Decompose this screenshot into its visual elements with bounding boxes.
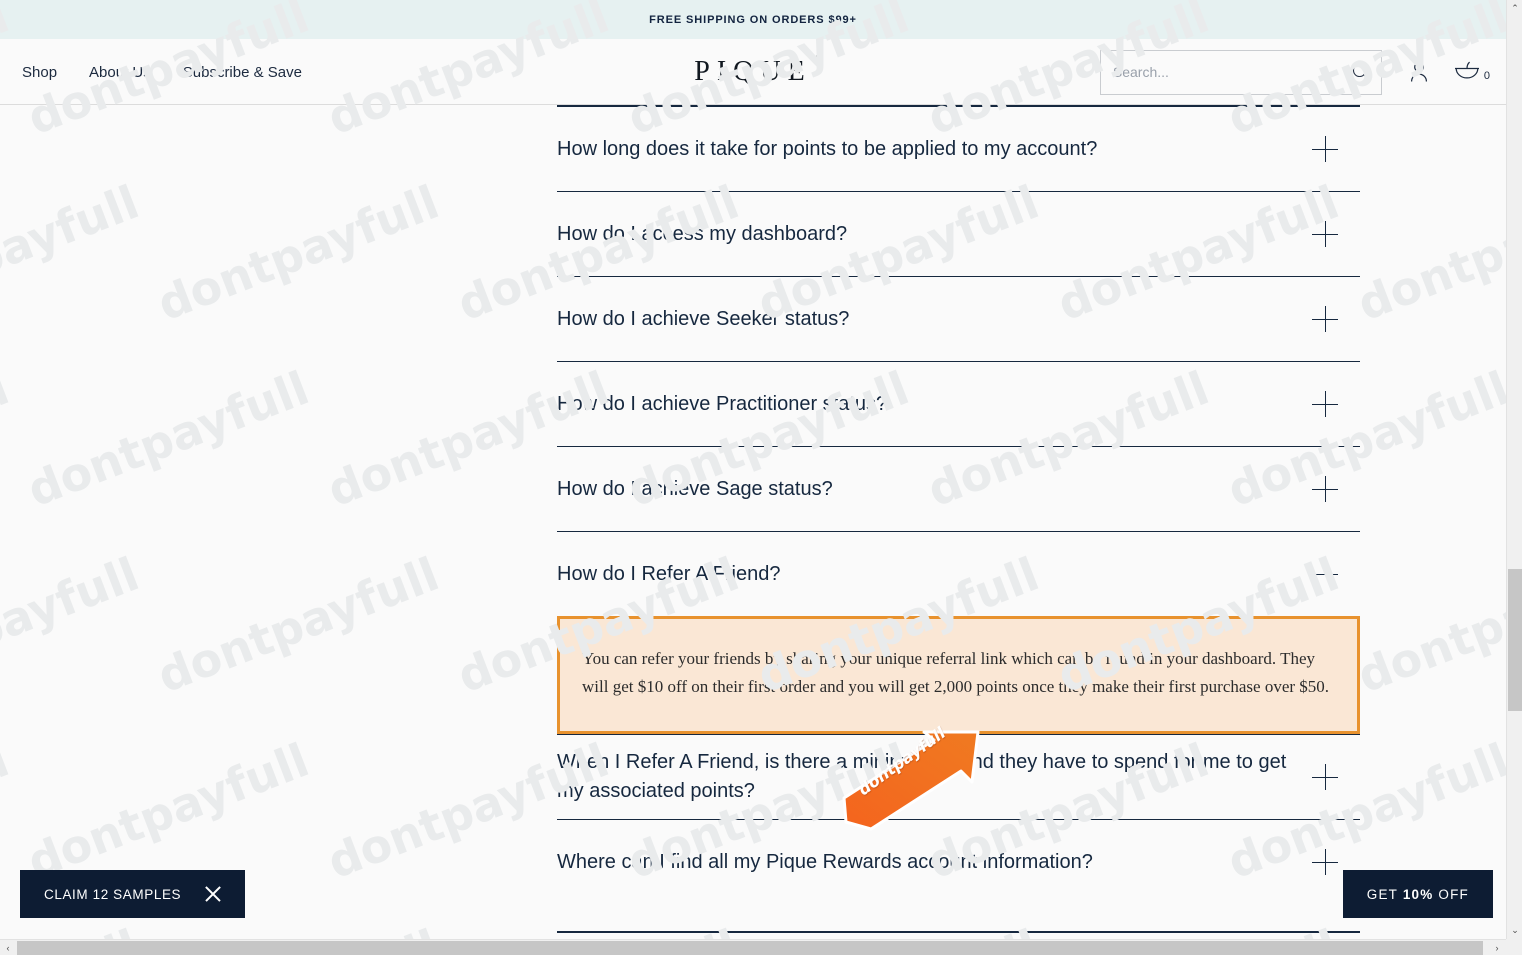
plus-icon[interactable] [1312,476,1338,502]
faq-question-text: How long does it take for points to be a… [557,137,1098,160]
nav-about-us[interactable]: About Us [89,64,151,81]
faq-item: Where can I find all my Pique Rewards ac… [557,820,1360,904]
faq-question-text: How do I achieve Practitioner status? [557,392,888,415]
scroll-left-arrow[interactable]: ‹ [0,940,16,955]
scroll-down-arrow[interactable]: ⌄ [1507,922,1522,939]
get-discount-label: GET 10% OFF [1367,887,1469,902]
nav-shop[interactable]: Shop [22,64,57,81]
horizontal-scrollbar[interactable]: ‹ › [0,939,1522,955]
scroll-right-arrow[interactable]: › [1489,940,1505,955]
horizontal-scrollbar-thumb[interactable] [17,941,1483,955]
faq-item: How long does it take for points to be a… [557,107,1360,192]
faq-question-text: How do I Refer A Friend? [557,562,781,585]
minus-icon[interactable] [1312,561,1338,587]
get-discount-percent: 10% [1402,886,1434,902]
faq-item: How do I achieve Seeker status? [557,277,1360,362]
get-discount-suffix: OFF [1438,886,1469,902]
faq-item: How do I access my dashboard? [557,192,1360,277]
plus-icon[interactable] [1312,136,1338,162]
faq-question-text: How do I achieve Sage status? [557,477,833,500]
nav-subscribe-save[interactable]: Subscribe & Save [183,64,302,81]
logo-text: PIQUE [694,56,812,87]
search-icon[interactable] [1351,62,1371,82]
search-box[interactable] [1099,49,1382,95]
faq-item: How do I achieve Practitioner status? [557,362,1360,447]
plus-icon[interactable] [1312,306,1338,332]
faq-question-text: When I Refer A Friend, is there a minimu… [557,751,1287,802]
search-input[interactable] [1112,64,1351,80]
header-actions: 0 [1099,39,1490,105]
faq-question-row[interactable]: How do I access my dashboard? [557,192,1360,276]
faq-answer-panel: You can refer your friends by sharing yo… [557,616,1360,734]
announcement-text: FREE SHIPPING ON ORDERS $99+ [649,13,857,26]
plus-icon[interactable] [1312,764,1338,790]
get-discount-prefix: GET [1366,886,1398,902]
faq-answer-text: You can refer your friends by sharing yo… [582,649,1330,696]
faq-item-expanded: How do I Refer A Friend? You can refer y… [557,532,1360,735]
vertical-scrollbar[interactable]: ⌃ ⌄ [1506,0,1522,939]
faq-question-text: Where can I find all my Pique Rewards ac… [557,850,1093,873]
scrollbar-corner [1506,939,1522,955]
faq-item: When I Refer A Friend, is there a minimu… [557,735,1360,820]
faq-question-row[interactable]: When I Refer A Friend, is there a minimu… [557,735,1360,819]
faq-question-row[interactable]: How do I achieve Practitioner status? [557,362,1360,446]
faq-question-row[interactable]: How long does it take for points to be a… [557,107,1360,191]
cart-count: 0 [1483,70,1490,82]
cart-button[interactable]: 0 [1452,60,1490,84]
vertical-scrollbar-thumb[interactable] [1508,569,1522,711]
browser-viewport: FREE SHIPPING ON ORDERS $99+ Shop About … [0,0,1522,955]
claim-samples-label: CLAIM 12 SAMPLES [44,886,182,902]
faq-question-row[interactable]: Where can I find all my Pique Rewards ac… [557,820,1360,904]
claim-samples-bar[interactable]: CLAIM 12 SAMPLES [20,870,246,918]
plus-icon[interactable] [1312,391,1338,417]
plus-icon[interactable] [1312,221,1338,247]
faq-question-row[interactable]: How do I achieve Sage status? [557,447,1360,531]
get-discount-button[interactable]: GET 10% OFF [1342,870,1493,918]
faq-bottom-rule [557,931,1360,933]
faq-list: How long does it take for points to be a… [557,107,1360,904]
main-navigation: Shop About Us Subscribe & Save [22,39,302,105]
cart-icon[interactable] [1452,60,1482,84]
announcement-bar: FREE SHIPPING ON ORDERS $99+ [0,0,1506,39]
faq-section: How long does it take for points to be a… [0,105,1506,933]
faq-question-text: How do I achieve Seeker status? [557,307,850,330]
logo-wordmark[interactable]: PIQUE ® [694,54,820,88]
scroll-up-arrow[interactable]: ⌃ [1507,0,1522,17]
registered-mark: ® [813,54,821,64]
close-icon[interactable] [203,884,223,904]
account-icon[interactable] [1408,60,1430,84]
plus-icon[interactable] [1312,849,1338,875]
faq-item: How do I achieve Sage status? [557,447,1360,532]
faq-question-row[interactable]: How do I Refer A Friend? [557,532,1360,616]
site-header: Shop About Us Subscribe & Save PIQUE ® S… [0,39,1506,105]
faq-question-row[interactable]: How do I achieve Seeker status? [557,277,1360,361]
faq-question-text: How do I access my dashboard? [557,222,848,245]
